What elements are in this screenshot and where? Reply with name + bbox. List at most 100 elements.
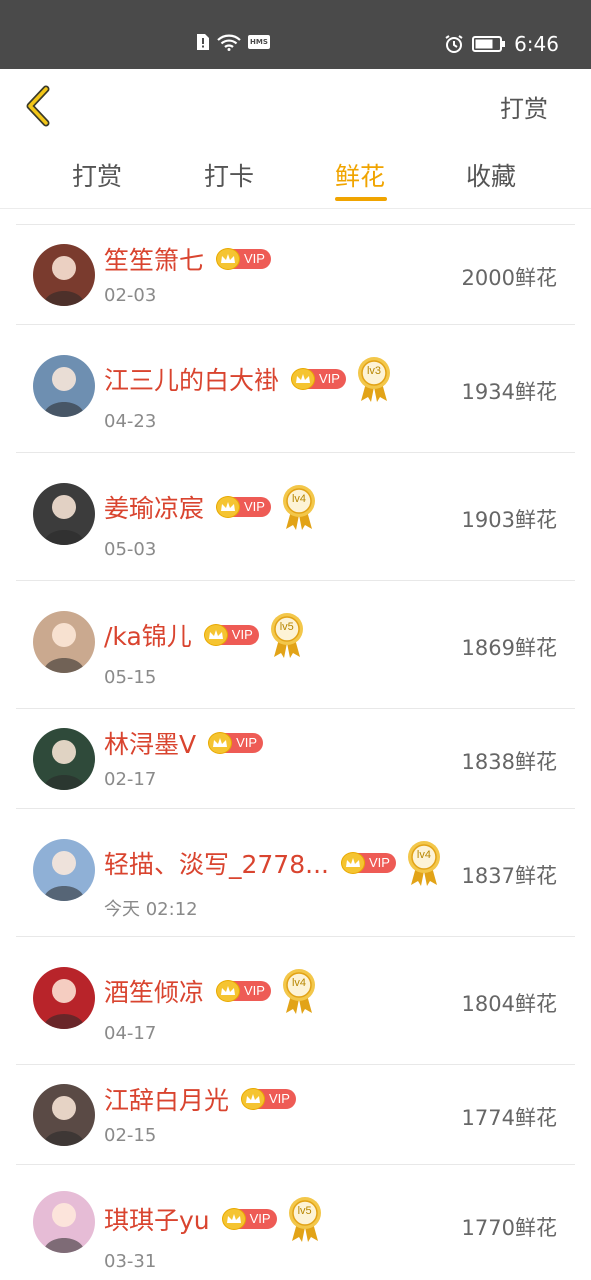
flower-count: 1838鲜花 [461, 750, 557, 774]
avatar-image [33, 355, 95, 417]
user-name[interactable]: 姜瑜凉宸 [104, 489, 204, 525]
level-medal-icon: lv5 [287, 1195, 323, 1243]
avatar-image [33, 728, 95, 790]
flower-count: 1804鲜花 [461, 992, 557, 1016]
avatar[interactable] [33, 839, 95, 901]
tab-reward[interactable]: 打赏 [72, 157, 122, 193]
avatar[interactable] [33, 728, 95, 790]
level-label: lv3 [366, 365, 382, 377]
status-icons-left: HMS [196, 33, 270, 51]
vip-badge: VIP [203, 624, 259, 646]
user-name[interactable]: 江辞白月光 [104, 1081, 229, 1117]
list-item[interactable]: 酒笙倾凉 VIP lv4 04-17 1804鲜花 [16, 937, 575, 1065]
reward-action-button[interactable]: 打赏 [500, 89, 548, 124]
vip-badge: VIP [216, 980, 271, 1002]
name-line: 江三儿的白大褂 VIP lv3 [104, 355, 392, 403]
crown-icon [291, 368, 316, 390]
crown-icon [340, 852, 365, 874]
user-name[interactable]: 林浔墨V [104, 725, 196, 761]
list-item[interactable]: 姜瑜凉宸 VIP lv4 05-03 1903鲜花 [16, 453, 575, 581]
status-bar: HMS 6:46 [0, 0, 591, 69]
reward-date: 02-17 [104, 769, 157, 790]
user-name[interactable]: 笙笙箫七 [104, 241, 204, 277]
name-line: 笙笙箫七 VIP [104, 241, 271, 277]
battery-icon [472, 36, 506, 52]
level-label: lv4 [416, 849, 431, 861]
vip-badge: VIP [241, 1088, 296, 1110]
name-line: 江辞白月光 VIP [104, 1081, 296, 1117]
flower-count: 1934鲜花 [461, 380, 557, 404]
avatar-image [33, 483, 95, 545]
user-name[interactable]: 琪琪子yu [104, 1201, 210, 1237]
avatar[interactable] [33, 1191, 95, 1253]
avatar-image [33, 967, 95, 1029]
name-line: 林浔墨V VIP [104, 725, 264, 761]
hms-icon: HMS [248, 35, 270, 49]
flower-count: 1903鲜花 [461, 508, 557, 532]
list-item[interactable]: /ka锦儿 VIP lv5 05-15 1869鲜花 [16, 581, 575, 709]
list-item[interactable]: 琪琪子yu VIP lv5 03-31 1770鲜花 [16, 1165, 575, 1280]
avatar-image [33, 1191, 95, 1253]
clock-time: 6:46 [514, 32, 559, 56]
level-medal-icon: lv3 [356, 355, 392, 403]
name-line: 酒笙倾凉 VIP lv4 [104, 967, 317, 1015]
list-item[interactable]: 江辞白月光 VIP 02-15 1774鲜花 [16, 1065, 575, 1165]
back-button[interactable] [22, 85, 58, 127]
status-icons-right: 6:46 [444, 32, 559, 56]
list-item[interactable]: 江三儿的白大褂 VIP lv3 04-23 1934鲜花 [16, 325, 575, 453]
avatar[interactable] [33, 611, 95, 673]
avatar-image [33, 839, 95, 901]
reward-date: 04-17 [104, 1023, 157, 1044]
reward-date: 03-31 [104, 1251, 157, 1272]
flower-count: 1774鲜花 [461, 1106, 557, 1130]
user-name[interactable]: 酒笙倾凉 [104, 973, 204, 1009]
list-item[interactable]: 笙笙箫七 VIP 02-03 2000鲜花 [16, 225, 575, 325]
user-name[interactable]: 江三儿的白大褂 [104, 361, 279, 397]
crown-icon [203, 624, 228, 646]
tab-bar: 打赏 打卡 鲜花 收藏 [0, 139, 591, 209]
avatar-image [33, 1084, 95, 1146]
flower-count: 1770鲜花 [461, 1216, 557, 1240]
list-item[interactable]: 林浔墨V VIP 02-17 1838鲜花 [16, 709, 575, 809]
name-line: 轻描、淡写_2778... VIP lv4 [104, 839, 442, 887]
reward-date: 今天 02:12 [104, 899, 198, 920]
crown-icon [216, 248, 241, 270]
level-label: lv5 [279, 621, 294, 633]
level-medal-icon: lv4 [281, 967, 317, 1015]
reward-date: 04-23 [104, 411, 157, 432]
tab-checkin[interactable]: 打卡 [204, 157, 254, 193]
user-name[interactable]: /ka锦儿 [104, 617, 192, 653]
crown-icon [216, 980, 241, 1002]
wifi-icon [217, 34, 241, 51]
alarm-icon [445, 35, 463, 53]
vip-badge: VIP [221, 1208, 277, 1230]
active-tab-indicator [335, 197, 387, 201]
tab-flowers[interactable]: 鲜花 [335, 157, 385, 193]
list-item[interactable]: 轻描、淡写_2778... VIP lv4 今天 02:12 1837鲜花 [16, 809, 575, 937]
crown-icon [208, 732, 233, 754]
avatar[interactable] [33, 1084, 95, 1146]
reward-date: 02-15 [104, 1125, 157, 1146]
vip-badge: VIP [216, 496, 271, 518]
vip-badge: VIP [208, 732, 264, 754]
avatar-image [33, 244, 95, 306]
level-medal-icon: lv4 [281, 483, 317, 531]
chevron-left-icon [26, 85, 50, 127]
flower-count: 1869鲜花 [461, 636, 557, 660]
level-medal-icon: lv5 [269, 611, 305, 659]
name-line: 姜瑜凉宸 VIP lv4 [104, 483, 317, 531]
vip-badge: VIP [340, 852, 396, 874]
top-header: 打赏 [0, 69, 591, 139]
flower-ranking-list: 笙笙箫七 VIP 02-03 2000鲜花 江三儿的白大褂 VIP lv3 04… [16, 224, 575, 1272]
level-label: lv4 [291, 493, 307, 505]
tab-favorites[interactable]: 收藏 [466, 157, 516, 193]
avatar[interactable] [33, 355, 95, 417]
level-medal-icon: lv4 [406, 839, 442, 887]
vip-badge: VIP [291, 368, 346, 390]
reward-date: 05-03 [104, 539, 157, 560]
avatar[interactable] [33, 244, 95, 306]
vip-badge: VIP [216, 248, 271, 270]
user-name[interactable]: 轻描、淡写_2778... [104, 845, 329, 881]
avatar[interactable] [33, 483, 95, 545]
avatar[interactable] [33, 967, 95, 1029]
